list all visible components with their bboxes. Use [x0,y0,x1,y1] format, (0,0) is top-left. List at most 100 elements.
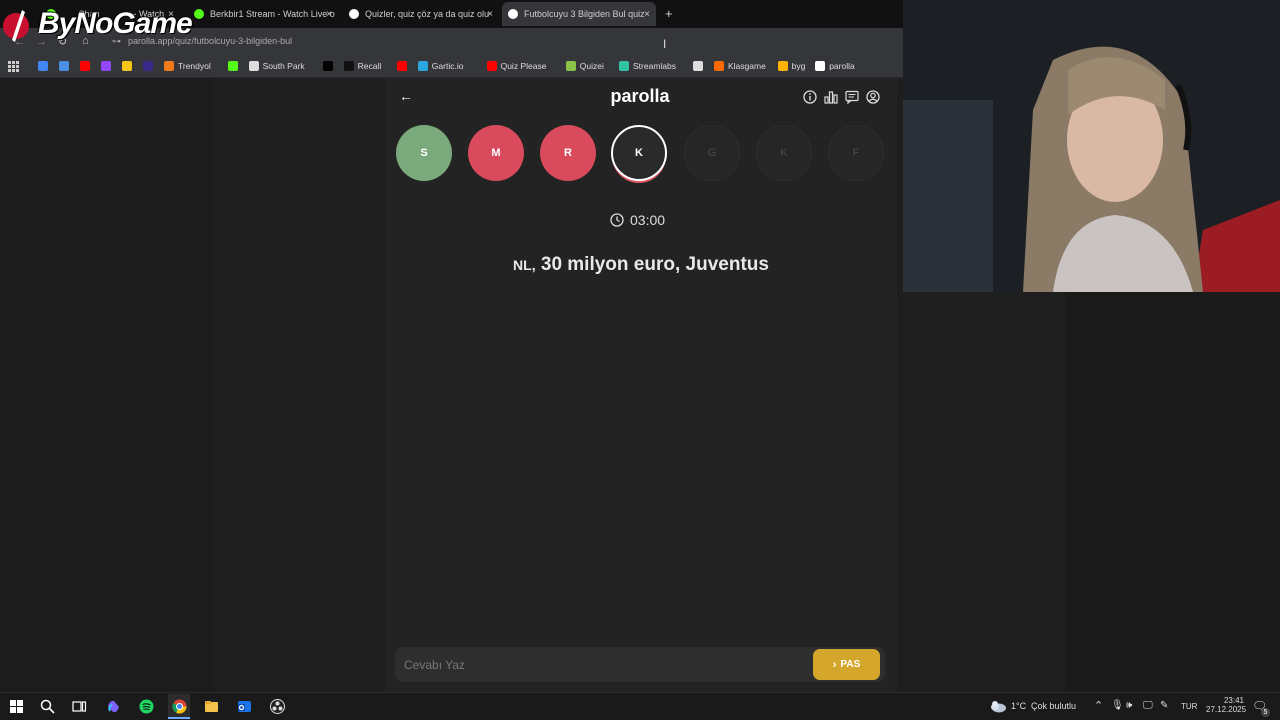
bookmark-item[interactable]: Recall [343,61,382,71]
tab-favicon-icon [508,9,518,19]
stats-icon[interactable] [824,90,838,104]
bookmark-item[interactable] [143,61,157,71]
info-icon[interactable] [803,90,817,104]
network-icon[interactable]: 🖵 [1143,700,1153,711]
file-explorer-icon[interactable] [204,699,219,714]
letter-circle-pending: F [828,125,884,181]
bookmark-favicon-icon [101,61,111,71]
search-icon[interactable] [40,699,55,714]
weather-temp[interactable]: 1°C [1011,701,1026,711]
tab-close-icon[interactable]: × [487,9,493,20]
question-main: 30 milyon euro, Juventus [540,254,769,275]
bookmark-item[interactable] [80,61,94,71]
bookmark-item[interactable]: Quizei [565,61,604,71]
volume-icon[interactable]: 🕪 [1126,700,1132,711]
bookmark-favicon-icon [59,61,69,71]
copilot-icon[interactable] [106,699,121,714]
bookmark-item[interactable]: South Park [248,61,305,71]
spotify-icon[interactable] [139,699,154,714]
bookmark-item[interactable] [396,61,411,71]
timer-value: 03:00 [630,212,666,228]
bookmark-item[interactable]: Quiz Please [486,61,547,71]
windows-start-icon[interactable] [9,699,24,714]
tab-favicon-icon [194,9,204,19]
letter-circle-pending: K [756,125,812,181]
question-prefix: NL, [513,257,536,273]
letter-label: M [491,147,501,159]
bookmark-item[interactable]: Klasgame [714,61,766,71]
answer-input[interactable] [404,656,804,674]
obs-icon[interactable] [270,699,285,714]
task-view-icon[interactable] [72,699,87,714]
chat-icon[interactable] [845,90,859,104]
bookmark-item[interactable] [38,61,52,71]
letter-label: F [852,147,860,159]
bookmark-label: Gartic.io [431,61,464,71]
tab-close-icon[interactable]: × [644,9,650,20]
tab-close-icon[interactable]: × [326,9,332,20]
bookmark-favicon-icon [714,61,724,71]
bookmark-favicon-icon [815,61,826,71]
bookmark-item[interactable]: Streamlabs [619,61,676,71]
input-language[interactable]: TUR [1181,702,1197,711]
bookmark-item[interactable] [59,61,73,71]
bookmark-label: parolla [829,61,855,71]
letter-label: R [564,147,572,159]
streamer-webcam-image [903,0,1280,292]
pass-label: PAS [840,659,861,670]
page-background-left [0,78,213,692]
show-hidden-icons-icon[interactable]: ⌃ [1094,699,1103,712]
bookmark-favicon-icon [143,61,153,71]
new-tab-button[interactable]: + [665,6,673,21]
bynogame-logo-icon [3,10,29,42]
bookmark-item[interactable] [693,61,707,71]
bookmark-item[interactable] [322,61,337,71]
letter-label: G [707,147,717,159]
profile-icon[interactable] [866,90,880,104]
apps-grid-icon[interactable] [8,61,19,72]
bookmark-label: Klasgame [728,61,766,71]
letter-label: K [780,147,788,159]
browser-tab[interactable]: Quizler, quiz çöz ya da quiz olu × [343,4,497,24]
pass-button[interactable]: › PAS [813,649,880,680]
question-text: NL, 30 milyon euro, Juventus [385,254,897,276]
tab-favicon-icon [349,9,359,19]
bookmark-item[interactable]: parolla [815,61,855,71]
bookmark-favicon-icon [80,61,90,71]
browser-tab-active[interactable]: Futbolcuyu 3 Bilgiden Bul quiz × [502,2,656,26]
bookmark-favicon-icon [396,61,407,71]
bookmark-label: Recall [357,61,382,71]
bookmark-item[interactable] [227,61,242,71]
text-cursor-icon: I [663,37,667,51]
letter-label: K [635,147,643,159]
bookmark-label: Quizei [579,61,604,71]
bookmark-favicon-icon [693,61,703,71]
bookmark-favicon-icon [164,61,174,71]
clock-time: 23:41 [1223,696,1244,705]
bookmark-item[interactable] [122,61,136,71]
clock[interactable]: 23:41 27.12.2025 [1206,696,1246,714]
outlook-icon[interactable] [237,699,252,714]
bookmark-favicon-icon [486,61,497,71]
letter-circle-pending: G [684,125,740,181]
back-arrow-icon[interactable]: ← [399,88,413,104]
pen-icon[interactable]: ✎ [1160,700,1168,711]
timer: 03:00 [610,212,665,228]
bookmark-item[interactable]: Trendyol [164,61,211,71]
bookmark-label: byg [791,61,806,71]
bookmark-favicon-icon [619,61,629,71]
microphone-icon[interactable]: 🎙︎ [1111,700,1124,711]
weather-cloud-icon[interactable] [989,699,1007,713]
bookmark-favicon-icon [417,61,428,71]
bookmark-favicon-icon [248,61,259,71]
weather-text[interactable]: Çok bulutlu [1031,701,1076,711]
letter-label: S [420,147,428,159]
bookmark-item[interactable]: byg [777,61,806,71]
clock-icon [610,213,624,227]
bookmark-label: Quiz Please [500,61,547,71]
chrome-icon[interactable] [172,699,187,714]
webcam-feed [903,0,1280,292]
browser-tab[interactable]: Berkbir1 Stream - Watch Live o × [188,4,336,24]
bookmark-item[interactable] [101,61,115,71]
bookmark-item[interactable]: Gartic.io [417,61,464,71]
